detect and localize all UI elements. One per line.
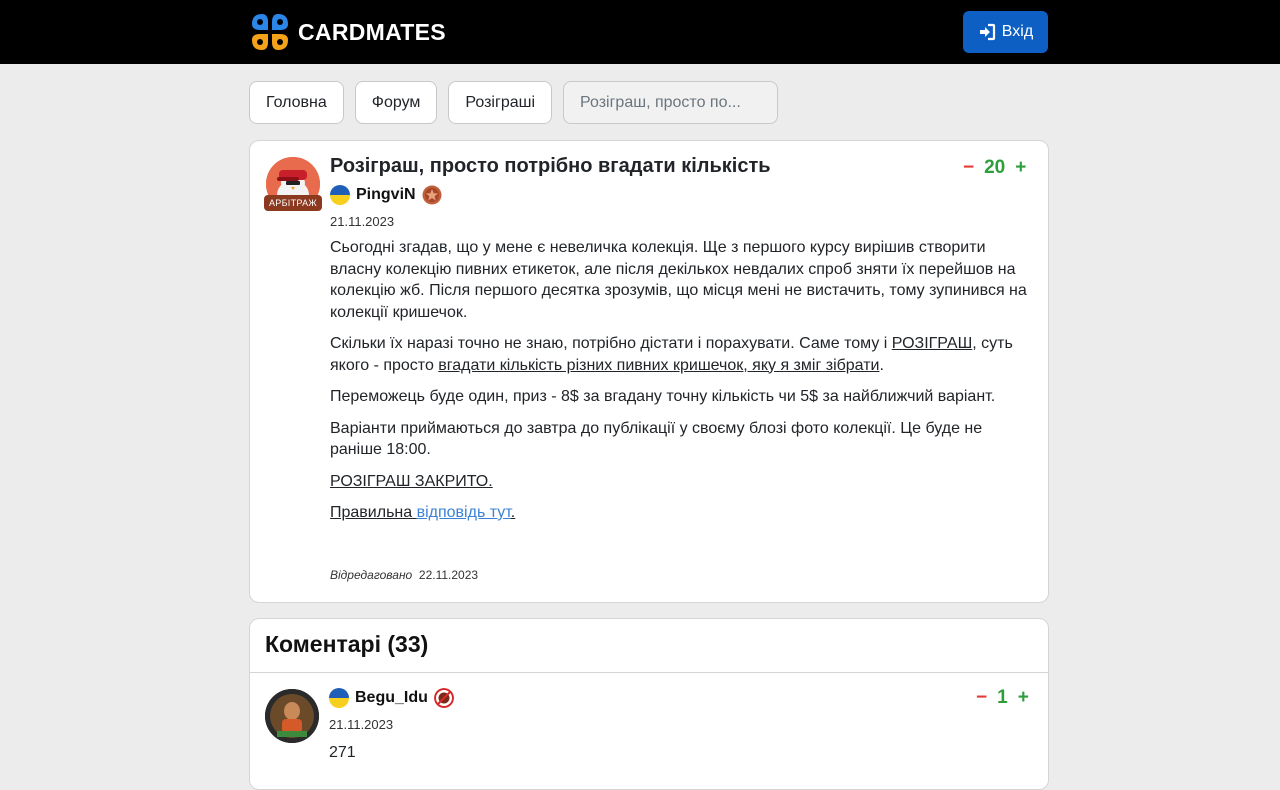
ukraine-flag-icon [330, 185, 350, 205]
post-body: Сьогодні згадав, що у мене є невеличка к… [330, 237, 1030, 534]
comment-text: 271 [329, 744, 356, 761]
commenter-avatar[interactable] [265, 689, 319, 743]
post-paragraph: Правильна відповідь тут. [330, 502, 1030, 524]
login-label: Вхід [1001, 23, 1034, 40]
commenter-avatar-icon [265, 689, 319, 743]
post-paragraph: РОЗІГРАШ ЗАКРИТО. [330, 471, 1030, 493]
nav-giveaways[interactable]: Розіграші [448, 81, 553, 124]
edited-date: 22.11.2023 [418, 568, 479, 582]
comment-score: 1 [997, 687, 1008, 708]
text-run: . [879, 356, 884, 374]
edited-info: Відредаговано 22.11.2023 [330, 568, 478, 582]
text-run: Скільки їх наразі точно не знаю, потрібн… [330, 335, 892, 352]
comments-card: Коментарі (33) Begu_Idu 21.11.2023 271 − [249, 618, 1049, 790]
nav-home[interactable]: Головна [249, 81, 344, 124]
rank-badge-icon [433, 688, 454, 708]
comment-date: 21.11.2023 [329, 717, 394, 732]
answer-link[interactable]: відповідь тут [417, 504, 511, 521]
post-score: 20 [984, 157, 1006, 178]
login-button[interactable]: Вхід [963, 11, 1048, 53]
upvote-button[interactable]: + [1018, 687, 1029, 709]
top-bar: CARDMATES Вхід [0, 0, 1280, 64]
post-paragraph: Варіанти приймаються до завтра до публік… [330, 419, 983, 459]
text-run: . [510, 504, 516, 521]
emphasis-text: РОЗІГРАШ [891, 335, 973, 352]
post-paragraph: Переможець буде один, приз - 8$ за вгада… [330, 388, 996, 405]
downvote-button[interactable]: − [963, 157, 974, 179]
downvote-button[interactable]: − [976, 687, 987, 709]
comment-vote: − 1 + [976, 687, 1029, 709]
comments-heading: Коментарі (33) [265, 631, 429, 657]
author-role-badge: АРБІТРАЖ [264, 195, 322, 211]
comment-author-row: Begu_Idu [329, 688, 454, 708]
post-date: 21.11.2023 [330, 214, 395, 229]
edited-label: Відредаговано [330, 568, 413, 582]
emphasis-text: вгадати кількість різних пивних кришечок… [438, 356, 880, 374]
upvote-button[interactable]: + [1015, 157, 1026, 179]
rank-star-icon [422, 185, 442, 205]
post-vote: − 20 + [963, 157, 1026, 179]
post-author-row: PingviN [330, 185, 442, 205]
nav-current-page: Розіграш, просто по... [563, 81, 779, 124]
answer-text: Правильна [330, 504, 417, 521]
site-logo[interactable]: CARDMATES [248, 10, 446, 54]
divider [250, 672, 1048, 673]
nav-forum[interactable]: Форум [354, 81, 438, 124]
post-author-name[interactable]: PingviN [356, 186, 416, 204]
post-paragraph: Сьогодні згадав, що у мене є невеличка к… [330, 239, 1027, 321]
post-title: Розіграш, просто потрібно вгадати кількі… [330, 155, 771, 177]
breadcrumb-nav: Головна Форум Розіграші Розіграш, просто… [249, 81, 779, 124]
comment-author-name[interactable]: Begu_Idu [355, 689, 428, 707]
post-card: АРБІТРАЖ Розіграш, просто потрібно вгада… [249, 140, 1049, 603]
logo-text: CARDMATES [298, 18, 446, 45]
post-paragraph: Скільки їх наразі точно не знаю, потрібн… [330, 333, 1030, 376]
sign-in-icon [979, 23, 995, 41]
cardmates-logo-icon [252, 14, 288, 50]
closed-notice: РОЗІГРАШ ЗАКРИТО. [330, 472, 493, 490]
ukraine-flag-icon [329, 688, 349, 708]
